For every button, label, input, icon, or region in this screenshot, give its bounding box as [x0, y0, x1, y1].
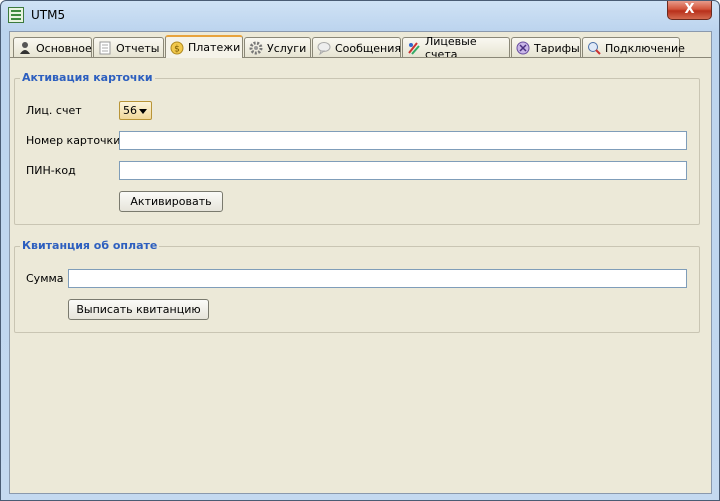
card-activation-group: Активация карточки [14, 71, 700, 225]
account-label: Лиц. счет [26, 104, 82, 117]
close-button[interactable]: X [667, 1, 712, 20]
tab-label: Основное [36, 41, 92, 55]
receipt-legend: Квитанция об оплате [20, 239, 160, 252]
tab-messages[interactable]: Сообщения [312, 37, 401, 58]
card-activation-legend: Активация карточки [20, 71, 155, 84]
tab-bar: Основное Отчеты $ Платежи Услуги Сообщен… [13, 35, 685, 61]
amount-input[interactable] [68, 269, 687, 288]
tab-label: Тарифы [534, 41, 580, 55]
accounts-icon [407, 41, 421, 55]
pin-input[interactable] [119, 161, 687, 180]
tab-label: Услуги [267, 41, 307, 55]
svg-text:$: $ [174, 44, 180, 54]
tab-connection[interactable]: Подключение [582, 37, 685, 58]
connection-icon [587, 41, 601, 55]
card-number-input[interactable] [119, 131, 687, 150]
tab-label: Подключение [605, 41, 685, 55]
tariff-icon [516, 41, 530, 55]
tab-reports[interactable]: Отчеты [93, 37, 164, 58]
client-area: Основное Отчеты $ Платежи Услуги Сообщен… [9, 31, 712, 494]
pin-label: ПИН-код [26, 164, 76, 177]
app-window: UTM5 X Основное Отчеты $ Платежи Услуги … [0, 0, 720, 501]
gear-icon [249, 41, 263, 55]
tab-label: Сообщения [335, 41, 402, 55]
issue-receipt-button[interactable]: Выписать квитанцию [68, 299, 209, 320]
app-logo-icon [8, 7, 24, 23]
tab-divider [10, 57, 711, 58]
account-select[interactable]: 56 [119, 101, 152, 120]
activate-button[interactable]: Активировать [119, 191, 223, 212]
tab-label: Платежи [188, 41, 241, 54]
coin-icon: $ [170, 41, 184, 55]
title-bar[interactable]: UTM5 X [1, 1, 719, 31]
amount-label: Сумма [26, 272, 64, 285]
card-number-label: Номер карточки [26, 134, 121, 147]
tab-main[interactable]: Основное [13, 37, 92, 58]
tab-accounts[interactable]: Лицевые счета [402, 35, 510, 61]
tab-label: Отчеты [116, 41, 160, 55]
message-icon [317, 41, 331, 56]
chevron-down-icon [139, 109, 147, 114]
user-icon [18, 41, 32, 55]
window-title: UTM5 [31, 8, 66, 22]
tab-payments[interactable]: $ Платежи [165, 35, 243, 58]
account-select-value: 56 [123, 104, 137, 117]
tab-services[interactable]: Услуги [244, 37, 311, 58]
report-icon [98, 41, 112, 55]
tab-tariffs[interactable]: Тарифы [511, 37, 581, 58]
